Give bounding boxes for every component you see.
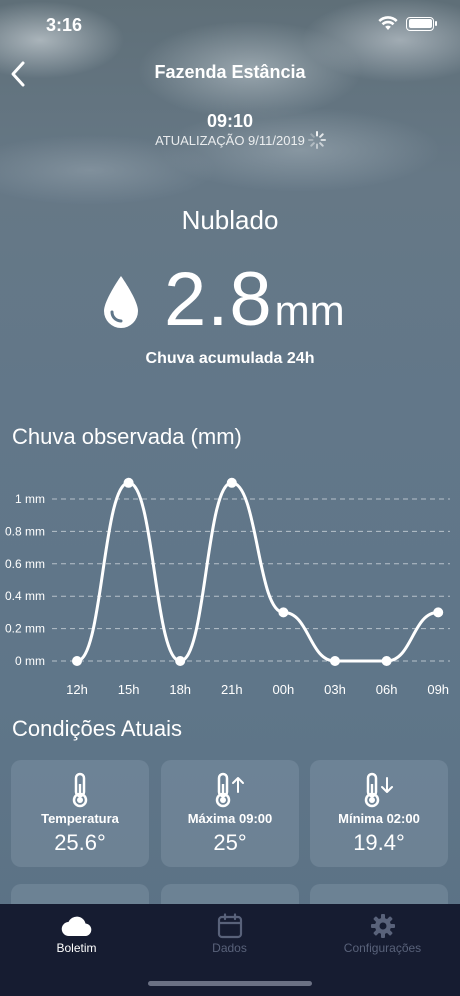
weather-condition: Nublado [181,205,279,235]
min-temperature-card[interactable]: Mínima 02:00 19.4° [310,760,448,867]
loading-spinner-icon [308,131,326,149]
card-value: 25° [213,830,247,855]
tab-configuracoes[interactable]: Configurações [306,904,459,974]
rain-data-point[interactable] [175,656,186,666]
rain-caption: Chuva acumulada 24h [145,350,315,367]
x-tick-label: 00h [273,682,295,697]
thermometer-icon [11,770,149,810]
y-tick-label: 0.6 mm [5,557,45,571]
tab-boletim[interactable]: Boletim [0,904,153,974]
status-bar: 3:16 [0,0,460,50]
calendar-icon [153,910,306,942]
thermometer-up-icon [161,770,299,810]
rain-data-point[interactable] [72,656,82,666]
x-tick-label: 15h [118,682,140,697]
rain-data-point[interactable] [433,607,444,618]
rain-chart: 0 mm 0.2 mm 0.4 mm 0.6 mm 0.8 mm 1 mm 12h 15h 18… [5,477,450,697]
card-value: 19.4° [353,830,405,855]
tab-label: Configurações [343,941,422,955]
x-tick-label: 21h [221,682,243,697]
card-label: Temperatura [41,811,119,826]
conditions-section-title: Condições Atuais [12,716,182,741]
thermometer-down-icon [310,770,448,810]
gear-icon [306,910,459,942]
y-tick-label: 0.8 mm [5,524,45,538]
max-temperature-card[interactable]: Máxima 09:00 25° [161,760,299,867]
y-tick-label: 0 mm [15,654,45,668]
tab-label: Boletim [56,941,97,955]
rain-data-point[interactable] [226,477,237,488]
x-tick-label: 06h [376,682,398,697]
x-tick-label: 18h [169,682,191,697]
y-tick-label: 0.2 mm [5,622,45,636]
cloud-icon [0,910,153,942]
x-tick-label: 12h [66,682,88,697]
rain-unit: mm [274,287,345,334]
card-label: Mínima 02:00 [338,811,420,826]
battery-icon [406,16,437,31]
tab-dados[interactable]: Dados [153,904,306,974]
x-tick-label: 03h [324,682,346,697]
rain-value: 2.8 [164,257,273,342]
y-tick-label: 1 mm [15,492,45,506]
home-indicator [148,981,312,986]
temperature-card[interactable]: Temperatura 25.6° [11,760,149,867]
rain-data-point[interactable] [278,607,289,618]
page-title: Fazenda Estância [154,62,306,82]
tab-label: Dados [212,941,247,955]
rain-data-point[interactable] [381,656,392,666]
y-tick-label: 0.4 mm [5,589,45,603]
update-time: 09:10 [206,111,254,131]
x-tick-label: 09h [427,682,449,697]
water-drop-icon [104,276,138,328]
rain-series-line [76,481,439,663]
status-icons [378,16,437,31]
wifi-icon [378,16,398,30]
card-value: 25.6° [54,830,106,855]
rain-data-point[interactable] [123,477,134,488]
rain-data-point[interactable] [330,656,340,666]
update-date: ATUALIZAÇÃO 9/11/2019 [155,133,305,148]
chart-section-title: Chuva observada (mm) [12,424,242,449]
rain-accumulated: 2.8 mm [100,258,345,338]
status-time: 3:16 [46,15,83,35]
card-label: Máxima 09:00 [187,811,273,826]
